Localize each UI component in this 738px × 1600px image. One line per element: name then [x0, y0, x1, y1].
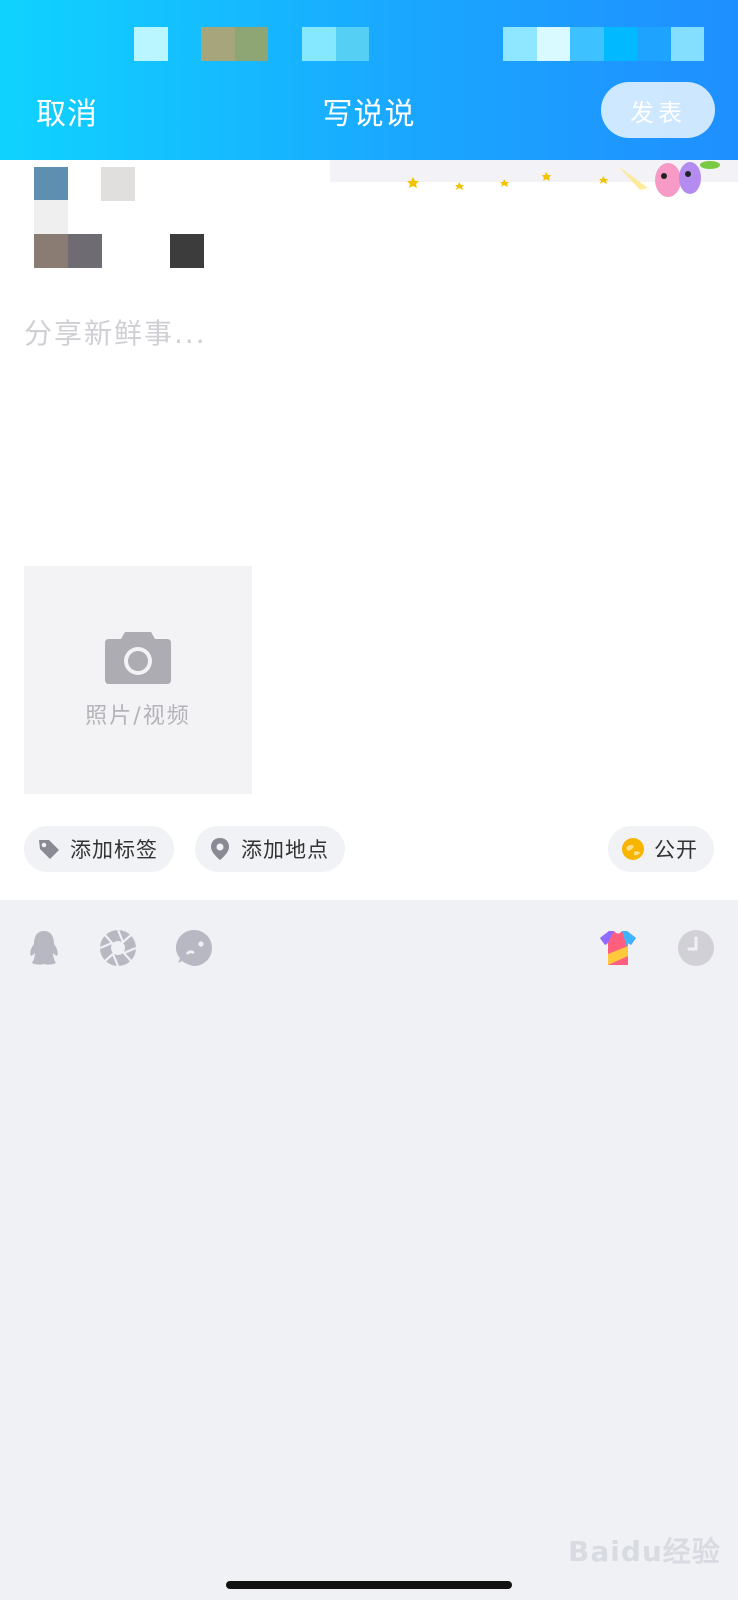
add-tag-button[interactable]: 添加标签: [24, 826, 174, 872]
camera-icon: [105, 632, 171, 684]
home-indicator[interactable]: [226, 1581, 512, 1589]
qq-icon[interactable]: [24, 928, 64, 968]
shutter-icon[interactable]: [98, 928, 138, 968]
alien-character-icon: [679, 162, 701, 194]
star-icon: [455, 182, 464, 190]
visibility-label: 公开: [654, 838, 698, 862]
tag-icon: [36, 836, 62, 862]
location-pin-icon: [207, 836, 233, 862]
visibility-button[interactable]: 公开: [608, 826, 714, 872]
publish-button[interactable]: 发表: [601, 82, 715, 138]
avatar-mosaic: [0, 160, 220, 270]
add-location-button[interactable]: 添加地点: [195, 826, 345, 872]
clock-icon[interactable]: [676, 928, 716, 968]
add-tag-label: 添加标签: [70, 838, 158, 862]
emoji-icon[interactable]: [174, 928, 214, 968]
status-bar-mosaic: [0, 27, 738, 61]
compose-post-screen: 取消 写说说 发表 分享新鲜事... 照片/视频 添加标签 添加地点 公开 Ba…: [0, 0, 738, 1600]
add-location-label: 添加地点: [241, 838, 329, 862]
theme-shirt-icon[interactable]: [598, 928, 638, 968]
public-globe-icon: [620, 836, 646, 862]
post-text-input[interactable]: 分享新鲜事...: [24, 312, 207, 352]
watermark: Baidu经验: [568, 1535, 721, 1568]
add-media-button[interactable]: 照片/视频: [24, 566, 252, 794]
alien-character-icon: [655, 163, 681, 197]
bottom-toolbar-panel: [0, 900, 738, 1600]
top-nav-bar: 取消 写说说 发表: [0, 0, 738, 160]
add-media-label: 照片/视频: [85, 704, 191, 729]
